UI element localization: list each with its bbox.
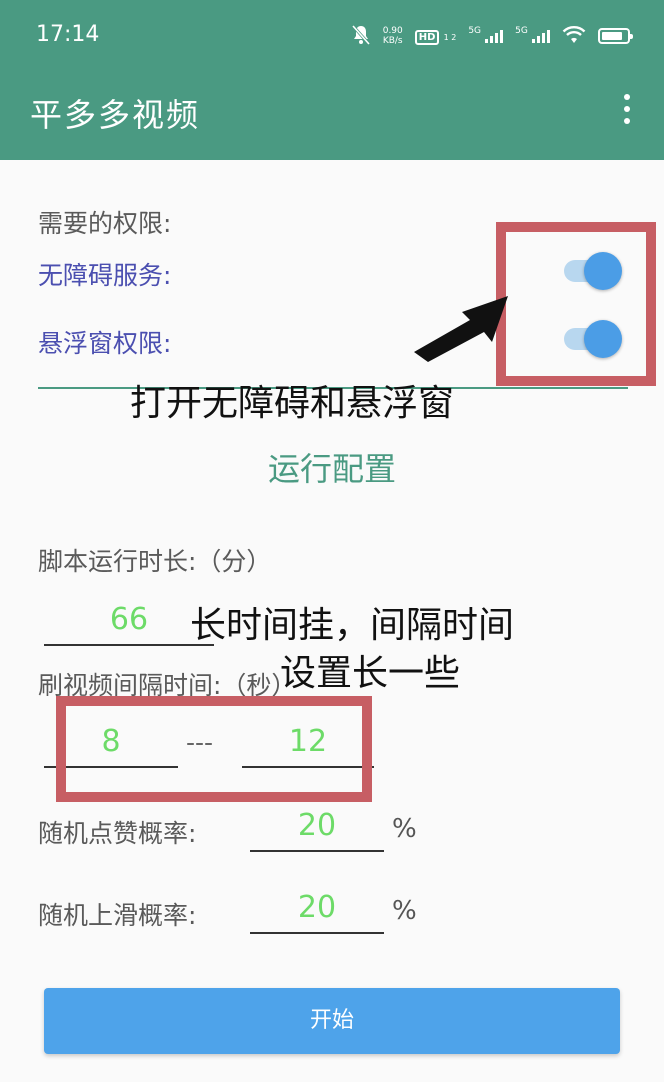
start-button[interactable]: 开始 [44, 988, 620, 1054]
accessibility-permission-label: 无障碍服务: [38, 261, 172, 290]
signal-icon: 5G [468, 25, 504, 46]
net-speed-value: 0.90 [382, 26, 403, 36]
like-probability-underline [250, 850, 384, 852]
status-bar: 17:14 0.90 KB/s HD 1 2 5G 5G [0, 0, 664, 74]
more-vert-icon[interactable] [620, 94, 634, 128]
status-icons: 0.90 KB/s HD 1 2 5G 5G [351, 22, 633, 50]
battery-icon [598, 28, 633, 44]
mute-icon [351, 24, 371, 49]
permissions-heading: 需要的权限: [38, 209, 172, 238]
runtime-input[interactable]: 66 [44, 602, 214, 637]
signal-icon: 5G [515, 25, 550, 46]
permissions-hint-annotation: 打开无障碍和悬浮窗 [130, 383, 455, 424]
net-speed-unit: KB/s [382, 36, 403, 46]
wifi-icon [562, 25, 586, 47]
swipe-probability-label: 随机上滑概率: [38, 901, 197, 930]
net-speed: 0.90 KB/s [383, 26, 403, 46]
status-time: 17:14 [36, 22, 100, 47]
like-probability-label: 随机点赞概率: [38, 819, 197, 848]
swipe-probability-unit: % [392, 896, 417, 926]
hd-label: HD [414, 29, 440, 45]
app-bar: 平多多视频 [0, 74, 664, 160]
overlay-permission-label: 悬浮窗权限: [38, 329, 172, 358]
hd-sub: 1 2 [443, 32, 457, 42]
sim1-label: 5G [468, 25, 482, 36]
interval-highlight-box [56, 696, 372, 802]
like-probability-unit: % [392, 814, 417, 844]
like-probability-input[interactable]: 20 [250, 808, 384, 843]
interval-hint-annotation-line2: 设置长一些 [280, 653, 461, 694]
section-title: 运行配置 [267, 450, 396, 488]
runtime-label: 脚本运行时长:（分） [38, 547, 272, 576]
switches-highlight-box [496, 222, 656, 386]
pointer-arrow-icon [414, 296, 508, 362]
app-title: 平多多视频 [30, 96, 201, 134]
interval-hint-annotation-line1: 长时间挂，间隔时间 [190, 605, 515, 646]
swipe-probability-input[interactable]: 20 [250, 890, 384, 925]
hd-icon: HD 1 2 [414, 29, 457, 45]
sim2-label: 5G [515, 25, 528, 36]
runtime-underline [44, 644, 214, 646]
swipe-probability-underline [250, 932, 384, 934]
